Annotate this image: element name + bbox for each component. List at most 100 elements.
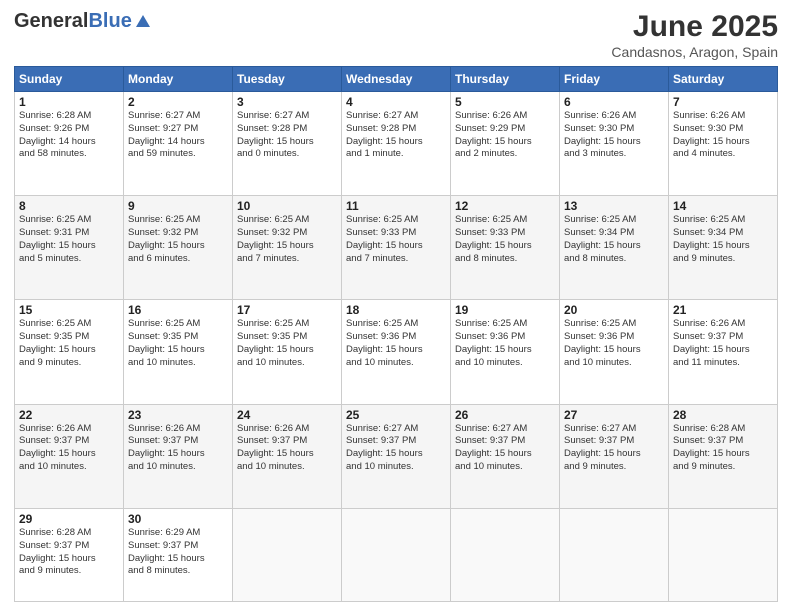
day-info: Sunrise: 6:27 AM Sunset: 9:28 PM Dayligh…: [237, 110, 337, 161]
col-saturday: Saturday: [669, 67, 778, 92]
col-sunday: Sunday: [15, 67, 124, 92]
day-number: 20: [564, 303, 664, 317]
day-number: 21: [673, 303, 773, 317]
day-number: 14: [673, 199, 773, 213]
table-row: 11Sunrise: 6:25 AM Sunset: 9:33 PM Dayli…: [342, 196, 451, 300]
day-info: Sunrise: 6:25 AM Sunset: 9:36 PM Dayligh…: [346, 318, 446, 369]
table-row: 22Sunrise: 6:26 AM Sunset: 9:37 PM Dayli…: [15, 404, 124, 508]
day-number: 8: [19, 199, 119, 213]
day-number: 10: [237, 199, 337, 213]
table-row: [233, 508, 342, 601]
day-number: 18: [346, 303, 446, 317]
table-row: 6Sunrise: 6:26 AM Sunset: 9:30 PM Daylig…: [560, 92, 669, 196]
day-number: 5: [455, 95, 555, 109]
logo: GeneralBlue: [14, 10, 152, 33]
day-number: 2: [128, 95, 228, 109]
page: GeneralBlue June 2025 Candasnos, Aragon,…: [0, 0, 792, 612]
day-info: Sunrise: 6:29 AM Sunset: 9:37 PM Dayligh…: [128, 527, 228, 578]
day-number: 4: [346, 95, 446, 109]
table-row: 9Sunrise: 6:25 AM Sunset: 9:32 PM Daylig…: [124, 196, 233, 300]
day-number: 25: [346, 408, 446, 422]
table-row: 28Sunrise: 6:28 AM Sunset: 9:37 PM Dayli…: [669, 404, 778, 508]
day-info: Sunrise: 6:26 AM Sunset: 9:37 PM Dayligh…: [19, 423, 119, 474]
table-row: 10Sunrise: 6:25 AM Sunset: 9:32 PM Dayli…: [233, 196, 342, 300]
calendar-header-row: Sunday Monday Tuesday Wednesday Thursday…: [15, 67, 778, 92]
logo-general: GeneralBlue: [14, 10, 132, 33]
day-number: 7: [673, 95, 773, 109]
table-row: [342, 508, 451, 601]
table-row: 7Sunrise: 6:26 AM Sunset: 9:30 PM Daylig…: [669, 92, 778, 196]
table-row: 13Sunrise: 6:25 AM Sunset: 9:34 PM Dayli…: [560, 196, 669, 300]
table-row: [451, 508, 560, 601]
day-info: Sunrise: 6:26 AM Sunset: 9:37 PM Dayligh…: [128, 423, 228, 474]
day-number: 11: [346, 199, 446, 213]
table-row: 5Sunrise: 6:26 AM Sunset: 9:29 PM Daylig…: [451, 92, 560, 196]
day-number: 19: [455, 303, 555, 317]
table-row: [560, 508, 669, 601]
location: Candasnos, Aragon, Spain: [611, 44, 778, 60]
table-row: 12Sunrise: 6:25 AM Sunset: 9:33 PM Dayli…: [451, 196, 560, 300]
table-row: 4Sunrise: 6:27 AM Sunset: 9:28 PM Daylig…: [342, 92, 451, 196]
day-info: Sunrise: 6:27 AM Sunset: 9:27 PM Dayligh…: [128, 110, 228, 161]
day-number: 6: [564, 95, 664, 109]
day-number: 1: [19, 95, 119, 109]
table-row: 1Sunrise: 6:28 AM Sunset: 9:26 PM Daylig…: [15, 92, 124, 196]
table-row: 3Sunrise: 6:27 AM Sunset: 9:28 PM Daylig…: [233, 92, 342, 196]
day-number: 17: [237, 303, 337, 317]
day-info: Sunrise: 6:26 AM Sunset: 9:37 PM Dayligh…: [237, 423, 337, 474]
col-wednesday: Wednesday: [342, 67, 451, 92]
day-number: 26: [455, 408, 555, 422]
day-info: Sunrise: 6:25 AM Sunset: 9:35 PM Dayligh…: [128, 318, 228, 369]
day-number: 22: [19, 408, 119, 422]
table-row: 19Sunrise: 6:25 AM Sunset: 9:36 PM Dayli…: [451, 300, 560, 404]
day-number: 13: [564, 199, 664, 213]
month-title: June 2025: [611, 10, 778, 44]
table-row: 20Sunrise: 6:25 AM Sunset: 9:36 PM Dayli…: [560, 300, 669, 404]
day-info: Sunrise: 6:25 AM Sunset: 9:33 PM Dayligh…: [455, 214, 555, 265]
table-row: 2Sunrise: 6:27 AM Sunset: 9:27 PM Daylig…: [124, 92, 233, 196]
table-row: 16Sunrise: 6:25 AM Sunset: 9:35 PM Dayli…: [124, 300, 233, 404]
header: GeneralBlue June 2025 Candasnos, Aragon,…: [14, 10, 778, 60]
day-info: Sunrise: 6:25 AM Sunset: 9:32 PM Dayligh…: [128, 214, 228, 265]
col-friday: Friday: [560, 67, 669, 92]
day-info: Sunrise: 6:26 AM Sunset: 9:29 PM Dayligh…: [455, 110, 555, 161]
day-number: 3: [237, 95, 337, 109]
day-info: Sunrise: 6:26 AM Sunset: 9:30 PM Dayligh…: [673, 110, 773, 161]
table-row: 17Sunrise: 6:25 AM Sunset: 9:35 PM Dayli…: [233, 300, 342, 404]
title-block: June 2025 Candasnos, Aragon, Spain: [611, 10, 778, 60]
day-number: 15: [19, 303, 119, 317]
day-number: 30: [128, 512, 228, 526]
logo-icon: [134, 13, 152, 31]
day-info: Sunrise: 6:25 AM Sunset: 9:34 PM Dayligh…: [564, 214, 664, 265]
day-info: Sunrise: 6:25 AM Sunset: 9:35 PM Dayligh…: [237, 318, 337, 369]
day-info: Sunrise: 6:27 AM Sunset: 9:28 PM Dayligh…: [346, 110, 446, 161]
day-number: 29: [19, 512, 119, 526]
day-info: Sunrise: 6:27 AM Sunset: 9:37 PM Dayligh…: [564, 423, 664, 474]
table-row: 25Sunrise: 6:27 AM Sunset: 9:37 PM Dayli…: [342, 404, 451, 508]
day-info: Sunrise: 6:25 AM Sunset: 9:34 PM Dayligh…: [673, 214, 773, 265]
table-row: 8Sunrise: 6:25 AM Sunset: 9:31 PM Daylig…: [15, 196, 124, 300]
day-info: Sunrise: 6:27 AM Sunset: 9:37 PM Dayligh…: [346, 423, 446, 474]
table-row: [669, 508, 778, 601]
table-row: 23Sunrise: 6:26 AM Sunset: 9:37 PM Dayli…: [124, 404, 233, 508]
day-number: 9: [128, 199, 228, 213]
day-number: 27: [564, 408, 664, 422]
day-number: 28: [673, 408, 773, 422]
table-row: 18Sunrise: 6:25 AM Sunset: 9:36 PM Dayli…: [342, 300, 451, 404]
table-row: 29Sunrise: 6:28 AM Sunset: 9:37 PM Dayli…: [15, 508, 124, 601]
day-number: 12: [455, 199, 555, 213]
day-info: Sunrise: 6:25 AM Sunset: 9:31 PM Dayligh…: [19, 214, 119, 265]
calendar: Sunday Monday Tuesday Wednesday Thursday…: [14, 66, 778, 602]
day-number: 24: [237, 408, 337, 422]
day-info: Sunrise: 6:25 AM Sunset: 9:36 PM Dayligh…: [455, 318, 555, 369]
day-info: Sunrise: 6:26 AM Sunset: 9:30 PM Dayligh…: [564, 110, 664, 161]
day-info: Sunrise: 6:25 AM Sunset: 9:35 PM Dayligh…: [19, 318, 119, 369]
table-row: 26Sunrise: 6:27 AM Sunset: 9:37 PM Dayli…: [451, 404, 560, 508]
day-info: Sunrise: 6:28 AM Sunset: 9:37 PM Dayligh…: [19, 527, 119, 578]
day-info: Sunrise: 6:27 AM Sunset: 9:37 PM Dayligh…: [455, 423, 555, 474]
col-tuesday: Tuesday: [233, 67, 342, 92]
day-info: Sunrise: 6:25 AM Sunset: 9:36 PM Dayligh…: [564, 318, 664, 369]
table-row: 27Sunrise: 6:27 AM Sunset: 9:37 PM Dayli…: [560, 404, 669, 508]
table-row: 21Sunrise: 6:26 AM Sunset: 9:37 PM Dayli…: [669, 300, 778, 404]
day-info: Sunrise: 6:25 AM Sunset: 9:33 PM Dayligh…: [346, 214, 446, 265]
